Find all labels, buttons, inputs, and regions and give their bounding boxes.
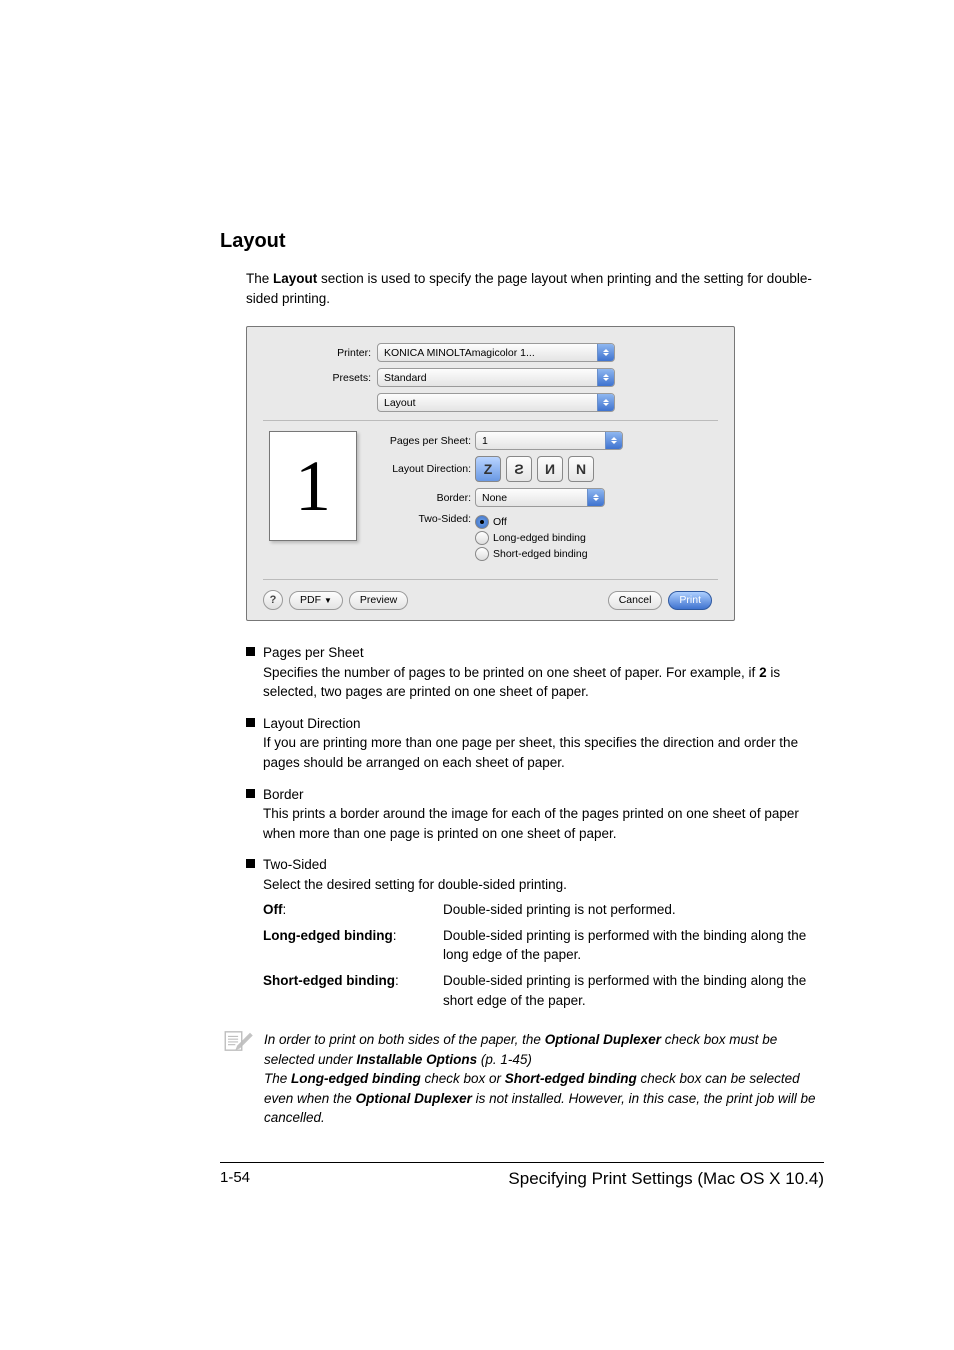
select-stepper-icon bbox=[597, 394, 614, 411]
bullet-heading: Border bbox=[263, 785, 824, 805]
pdf-label: PDF bbox=[300, 594, 321, 606]
two-sided-label: Two-Sided: bbox=[371, 513, 475, 525]
bullet-icon bbox=[246, 859, 255, 868]
select-stepper-icon bbox=[587, 489, 604, 506]
note-bold: Optional Duplexer bbox=[545, 1032, 661, 1047]
def-off-value: Double-sided printing is not performed. bbox=[443, 900, 824, 920]
bullet-layout-direction: Layout Direction If you are printing mor… bbox=[263, 714, 824, 773]
def-off-label: Off: bbox=[263, 900, 443, 920]
radio-icon bbox=[475, 531, 489, 545]
printer-label: Printer: bbox=[263, 347, 377, 359]
layout-direction-z-icon[interactable]: Z bbox=[475, 456, 501, 482]
layout-direction-n2-icon[interactable]: N bbox=[568, 456, 594, 482]
intro-text-1: The bbox=[246, 271, 273, 286]
page-number: 1-54 bbox=[220, 1169, 250, 1189]
border-value: None bbox=[482, 492, 587, 504]
two-sided-off-label: Off bbox=[493, 516, 507, 528]
note-bold: Installable Options bbox=[356, 1052, 477, 1067]
def-short-value: Double-sided printing is performed with … bbox=[443, 971, 824, 1010]
bullet-icon bbox=[246, 789, 255, 798]
presets-label: Presets: bbox=[263, 372, 377, 384]
intro-bold: Layout bbox=[273, 271, 317, 286]
two-sided-short-label: Short-edged binding bbox=[493, 548, 588, 560]
print-dialog: Printer: KONICA MINOLTAmagicolor 1... Pr… bbox=[246, 326, 735, 621]
bullet-text-bold: 2 bbox=[759, 665, 767, 680]
presets-select[interactable]: Standard bbox=[377, 368, 615, 387]
note-text: In order to print on both sides of the p… bbox=[264, 1032, 545, 1047]
pages-per-sheet-label: Pages per Sheet: bbox=[371, 435, 475, 447]
select-stepper-icon bbox=[605, 432, 622, 449]
bullet-text: If you are printing more than one page p… bbox=[263, 735, 798, 770]
footer-title: Specifying Print Settings (Mac OS X 10.4… bbox=[508, 1169, 824, 1189]
bullet-two-sided: Two-Sided Select the desired setting for… bbox=[263, 855, 824, 1016]
section-heading: Layout bbox=[220, 230, 824, 253]
def-long-value: Double-sided printing is performed with … bbox=[443, 926, 824, 965]
layout-preview: 1 bbox=[269, 431, 357, 541]
note-text: check box or bbox=[421, 1071, 505, 1086]
layout-direction-s-icon[interactable]: Ƨ bbox=[506, 456, 532, 482]
def-short-label: Short-edged binding: bbox=[263, 971, 443, 1010]
preview-page-number: 1 bbox=[295, 450, 331, 522]
page-footer: 1-54 Specifying Print Settings (Mac OS X… bbox=[220, 1162, 824, 1189]
note-bold: Long-edged binding bbox=[291, 1071, 421, 1086]
bullet-text: This prints a border around the image fo… bbox=[263, 806, 799, 841]
def-long-label: Long-edged binding: bbox=[263, 926, 443, 965]
select-stepper-icon bbox=[597, 369, 614, 386]
note-bold: Short-edged binding bbox=[505, 1071, 637, 1086]
bullet-icon bbox=[246, 718, 255, 727]
bullet-icon bbox=[246, 647, 255, 656]
printer-value: KONICA MINOLTAmagicolor 1... bbox=[384, 347, 597, 359]
bullet-heading: Pages per Sheet bbox=[263, 643, 824, 663]
bullet-pages-per-sheet: Pages per Sheet Specifies the number of … bbox=[263, 643, 824, 702]
two-sided-long-option[interactable]: Long-edged binding bbox=[475, 531, 588, 545]
bullet-heading: Layout Direction bbox=[263, 714, 824, 734]
note-text: (p. 1-45) bbox=[477, 1052, 532, 1067]
help-button[interactable]: ? bbox=[263, 590, 283, 610]
note-text: The bbox=[264, 1071, 291, 1086]
note-icon bbox=[224, 1030, 254, 1128]
layout-direction-label: Layout Direction: bbox=[371, 463, 475, 475]
bullet-heading: Two-Sided bbox=[263, 855, 824, 875]
preview-button[interactable]: Preview bbox=[349, 591, 408, 610]
border-label: Border: bbox=[371, 492, 475, 504]
bullet-border: Border This prints a border around the i… bbox=[263, 785, 824, 844]
bullet-text: Select the desired setting for double-si… bbox=[263, 877, 567, 892]
border-select[interactable]: None bbox=[475, 488, 605, 507]
pdf-button[interactable]: PDF▼ bbox=[289, 591, 343, 610]
radio-icon bbox=[475, 515, 489, 529]
pane-select[interactable]: Layout bbox=[377, 393, 615, 412]
pages-per-sheet-value: 1 bbox=[482, 435, 605, 447]
select-stepper-icon bbox=[597, 344, 614, 361]
cancel-button[interactable]: Cancel bbox=[608, 591, 663, 610]
caret-down-icon: ▼ bbox=[324, 596, 332, 605]
intro-text-2: section is used to specify the page layo… bbox=[246, 271, 812, 306]
two-sided-off-option[interactable]: Off bbox=[475, 515, 588, 529]
printer-select[interactable]: KONICA MINOLTAmagicolor 1... bbox=[377, 343, 615, 362]
note-block: In order to print on both sides of the p… bbox=[224, 1030, 824, 1128]
bullet-text-a: Specifies the number of pages to be prin… bbox=[263, 665, 759, 680]
pane-value: Layout bbox=[384, 397, 597, 409]
presets-value: Standard bbox=[384, 372, 597, 384]
note-bold: Optional Duplexer bbox=[356, 1091, 472, 1106]
layout-direction-n-icon[interactable]: И bbox=[537, 456, 563, 482]
pages-per-sheet-select[interactable]: 1 bbox=[475, 431, 623, 450]
print-button[interactable]: Print bbox=[668, 591, 712, 610]
two-sided-long-label: Long-edged binding bbox=[493, 532, 586, 544]
intro-paragraph: The Layout section is used to specify th… bbox=[246, 269, 824, 308]
radio-icon bbox=[475, 547, 489, 561]
two-sided-short-option[interactable]: Short-edged binding bbox=[475, 547, 588, 561]
